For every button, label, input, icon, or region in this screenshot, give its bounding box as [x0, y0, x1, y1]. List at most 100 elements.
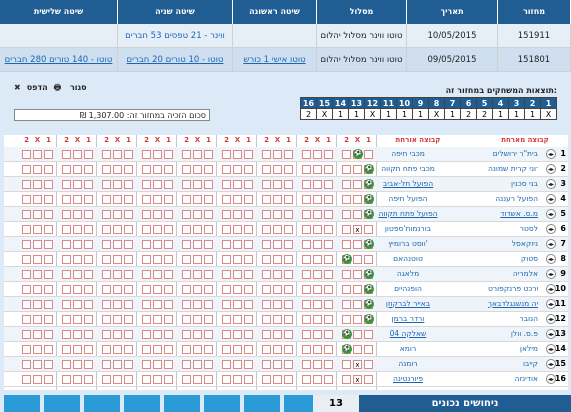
bet-checkbox[interactable] [142, 285, 151, 294]
bet-checkbox[interactable] [313, 375, 322, 384]
bet-checkbox[interactable] [113, 285, 122, 294]
bet-checkbox[interactable] [204, 225, 213, 234]
bet-checkbox[interactable] [142, 330, 151, 339]
bet-checkbox[interactable] [284, 180, 293, 189]
bet-checkbox[interactable] [73, 360, 82, 369]
bet-checkbox[interactable] [44, 300, 53, 309]
bet-checkbox[interactable] [273, 225, 282, 234]
bet-checkbox[interactable] [284, 345, 293, 354]
match-expand-icon[interactable]: ◂▸ [546, 179, 556, 189]
bet-checkbox[interactable] [182, 225, 191, 234]
bet-checkbox[interactable] [102, 345, 111, 354]
away-team[interactable]: פיורנטינה [368, 374, 448, 383]
bet-checkbox[interactable] [204, 270, 213, 279]
bet-checkbox[interactable] [153, 165, 162, 174]
bet-checkbox[interactable] [113, 300, 122, 309]
bet-checkbox[interactable] [182, 360, 191, 369]
away-team[interactable]: באייר לברקוזן [368, 299, 448, 308]
bet-checkbox[interactable] [222, 345, 231, 354]
bet-checkbox[interactable] [244, 210, 253, 219]
bet-checkbox[interactable] [262, 315, 271, 324]
bet-checkbox[interactable] [302, 285, 311, 294]
bet-checkbox[interactable] [313, 330, 322, 339]
bet-checkbox[interactable] [193, 225, 202, 234]
bet-checkbox[interactable] [33, 345, 42, 354]
bet-checkbox[interactable] [324, 255, 333, 264]
bet-checkbox[interactable] [153, 240, 162, 249]
match-expand-icon[interactable]: ◂▸ [546, 314, 556, 324]
away-team[interactable]: הפועל פתח תקווה [368, 209, 448, 218]
bet-checkbox[interactable] [22, 165, 31, 174]
bet-checkbox[interactable] [204, 180, 213, 189]
away-team[interactable]: מכבי חיפה [368, 149, 448, 158]
bet-checkbox[interactable] [324, 180, 333, 189]
bet-checkbox[interactable] [153, 270, 162, 279]
bet-checkbox[interactable] [22, 225, 31, 234]
bet-checkbox[interactable] [113, 225, 122, 234]
bet-checkbox[interactable] [204, 330, 213, 339]
bet-checkbox[interactable] [44, 150, 53, 159]
bet-checkbox[interactable] [102, 225, 111, 234]
bet-checkbox[interactable] [182, 165, 191, 174]
match-expand-icon[interactable]: ◂▸ [546, 194, 556, 204]
bet-checkbox[interactable] [84, 225, 93, 234]
bet-checkbox[interactable] [244, 315, 253, 324]
bet-checkbox[interactable] [353, 165, 362, 174]
bet-checkbox[interactable] [124, 210, 133, 219]
bet-checkbox[interactable] [342, 180, 351, 189]
match-expand-icon[interactable]: ◂▸ [546, 164, 556, 174]
row1-second-method-link[interactable]: ווינר - 21 טפסים 53 חברים [118, 24, 233, 48]
bet-checkbox[interactable] [273, 150, 282, 159]
bet-checkbox[interactable] [142, 300, 151, 309]
bet-checkbox[interactable] [273, 300, 282, 309]
bet-checkbox[interactable] [222, 285, 231, 294]
bet-checkbox[interactable] [204, 150, 213, 159]
bet-checkbox[interactable] [73, 375, 82, 384]
bet-checkbox[interactable] [62, 330, 71, 339]
bet-checkbox[interactable] [193, 210, 202, 219]
bet-checkbox[interactable] [284, 225, 293, 234]
bet-checkbox[interactable] [73, 330, 82, 339]
away-team[interactable]: מכבי פתח תקווה [368, 164, 448, 173]
bet-checkbox[interactable] [364, 150, 373, 159]
bet-checkbox[interactable] [73, 180, 82, 189]
bet-checkbox[interactable] [62, 210, 71, 219]
away-team[interactable]: בורנמות'ספטון [368, 224, 448, 233]
bet-checkbox[interactable] [244, 360, 253, 369]
bet-checkbox[interactable] [142, 270, 151, 279]
bet-checkbox[interactable] [153, 375, 162, 384]
bet-checkbox[interactable] [73, 210, 82, 219]
bet-checkbox[interactable] [44, 195, 53, 204]
bet-checkbox[interactable] [33, 315, 42, 324]
bet-checkbox[interactable] [313, 255, 322, 264]
match-expand-icon[interactable]: ◂▸ [546, 224, 556, 234]
bet-checkbox[interactable] [204, 315, 213, 324]
bet-checkbox[interactable] [44, 375, 53, 384]
bet-checkbox[interactable] [164, 165, 173, 174]
bet-checkbox[interactable] [324, 165, 333, 174]
bet-checkbox[interactable] [153, 300, 162, 309]
bet-checkbox[interactable] [33, 240, 42, 249]
row2-second-method-link[interactable]: טוטו - 10 טורים 20 חברים [118, 48, 233, 72]
bet-checkbox[interactable] [44, 255, 53, 264]
bet-checkbox[interactable] [102, 270, 111, 279]
bet-checkbox[interactable] [153, 330, 162, 339]
bet-checkbox[interactable] [62, 375, 71, 384]
bet-checkbox[interactable] [233, 225, 242, 234]
bet-checkbox[interactable] [102, 180, 111, 189]
bet-checkbox[interactable] [153, 210, 162, 219]
bet-checkbox[interactable] [204, 165, 213, 174]
home-team[interactable]: קייבו [488, 359, 538, 368]
bet-checkbox[interactable] [262, 180, 271, 189]
bet-checkbox[interactable] [233, 270, 242, 279]
bet-checkbox[interactable] [222, 375, 231, 384]
match-expand-icon[interactable]: ◂▸ [546, 344, 556, 354]
bet-checkbox[interactable] [102, 210, 111, 219]
bet-checkbox[interactable] [164, 255, 173, 264]
bet-checkbox[interactable] [222, 210, 231, 219]
bet-checkbox[interactable] [44, 285, 53, 294]
bet-checkbox[interactable] [273, 180, 282, 189]
bet-checkbox[interactable] [22, 255, 31, 264]
bet-checkbox[interactable] [124, 345, 133, 354]
bet-checkbox[interactable] [233, 180, 242, 189]
